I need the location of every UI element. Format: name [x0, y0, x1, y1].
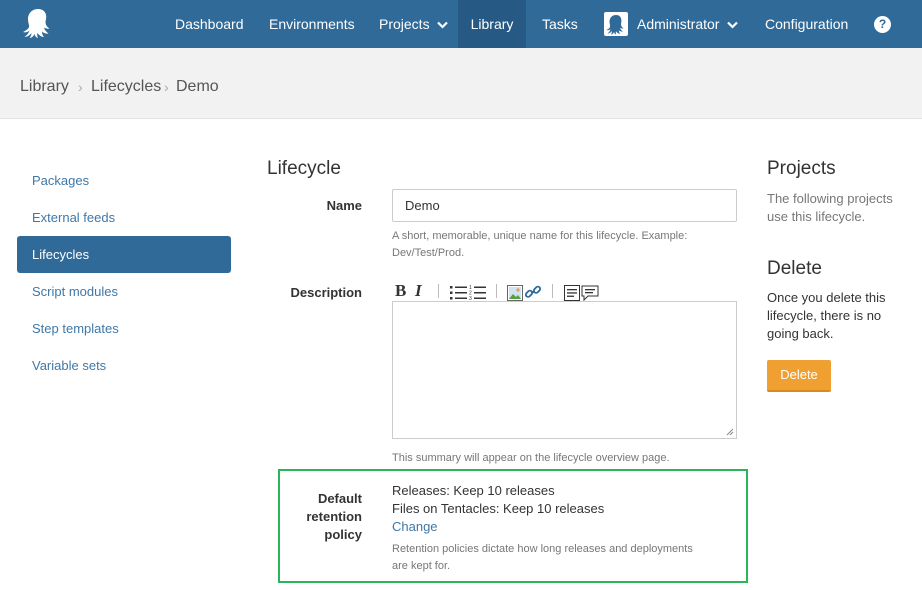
retention-label: Default retention policy — [252, 490, 362, 544]
name-help-line-1: A short, memorable, unique name for this… — [392, 230, 688, 242]
octopus-logo-icon[interactable] — [20, 6, 56, 42]
nav-tasks[interactable]: Tasks — [542, 0, 578, 48]
image-icon[interactable] — [507, 283, 523, 303]
description-textarea[interactable] — [392, 301, 737, 439]
breadcrumb-lifecycles[interactable]: Lifecycles — [91, 78, 161, 96]
retention-help-line-1: Retention policies dictate how long rele… — [392, 543, 693, 555]
sidebar-item-script-modules[interactable]: Script modules — [17, 273, 231, 310]
code-block-icon[interactable] — [564, 283, 580, 303]
name-help-line-2: Dev/Test/Prod. — [392, 247, 465, 259]
breadcrumb-current: Demo — [176, 78, 219, 95]
page-title: Lifecycle — [267, 158, 341, 179]
nav-dashboard[interactable]: Dashboard — [175, 0, 244, 48]
nav-administrator-label: Administrator — [637, 16, 720, 32]
retention-label-line-1: Default — [317, 491, 362, 506]
breadcrumb-separator-icon: › — [164, 79, 169, 95]
resize-grip-icon[interactable] — [726, 428, 734, 436]
description-label: Description — [290, 285, 362, 300]
delete-heading: Delete — [767, 258, 822, 279]
toolbar-divider — [496, 284, 497, 298]
delete-button[interactable]: Delete — [767, 360, 831, 392]
nav-configuration[interactable]: Configuration — [765, 0, 848, 48]
help-icon[interactable]: ? — [874, 16, 891, 33]
breadcrumb: Library › Lifecycles › Demo — [0, 48, 922, 119]
bulleted-list-icon[interactable] — [450, 283, 468, 303]
chevron-down-icon — [727, 22, 739, 29]
retention-label-line-2: retention — [306, 509, 362, 524]
delete-text-line-1: Once you delete this — [767, 290, 886, 305]
quote-icon[interactable] — [581, 283, 599, 303]
sidebar-item-lifecycles[interactable]: Lifecycles — [17, 236, 231, 273]
nav-administrator[interactable]: Administrator — [637, 0, 739, 48]
top-nav-bar: Dashboard Environments Projects Library … — [0, 0, 922, 48]
octopus-avatar-icon — [606, 15, 624, 35]
description-help: This summary will appear on the lifecycl… — [392, 452, 670, 464]
toolbar-divider — [438, 284, 439, 298]
retention-tentacles: Files on Tentacles: Keep 10 releases — [392, 501, 605, 516]
chevron-down-icon — [437, 22, 449, 29]
name-input[interactable]: Demo — [392, 189, 737, 222]
nav-environments[interactable]: Environments — [269, 0, 355, 48]
retention-help-line-2: are kept for. — [392, 560, 451, 572]
toolbar-divider — [552, 284, 553, 298]
breadcrumb-separator-icon: › — [78, 79, 83, 95]
numbered-list-icon[interactable]: 1 2 3 — [469, 283, 487, 303]
projects-text-line-1: The following projects — [767, 191, 893, 206]
name-label: Name — [326, 198, 362, 213]
projects-text-line-2: use this lifecycle. — [767, 209, 866, 224]
delete-text-line-3: going back. — [767, 326, 834, 341]
nav-library[interactable]: Library — [458, 0, 526, 48]
link-icon[interactable] — [524, 282, 542, 302]
delete-text-line-2: lifecycle, there is no — [767, 308, 882, 323]
markdown-toolbar: B I 1 2 3 — [393, 281, 643, 303]
nav-projects-label: Projects — [379, 16, 430, 32]
sidebar-item-step-templates[interactable]: Step templates — [17, 310, 231, 347]
retention-change-link[interactable]: Change — [392, 519, 438, 534]
nav-projects[interactable]: Projects — [379, 0, 449, 48]
sidebar-item-variable-sets[interactable]: Variable sets — [17, 347, 231, 384]
sidebar-item-external-feeds[interactable]: External feeds — [17, 199, 231, 236]
user-avatar[interactable] — [604, 12, 628, 36]
breadcrumb-library[interactable]: Library — [20, 78, 69, 96]
retention-label-line-3: policy — [324, 527, 362, 542]
bold-button[interactable]: B — [395, 281, 406, 301]
italic-button[interactable]: I — [415, 281, 422, 301]
retention-releases: Releases: Keep 10 releases — [392, 483, 555, 498]
sidebar-item-packages[interactable]: Packages — [17, 162, 231, 199]
projects-heading: Projects — [767, 158, 836, 179]
